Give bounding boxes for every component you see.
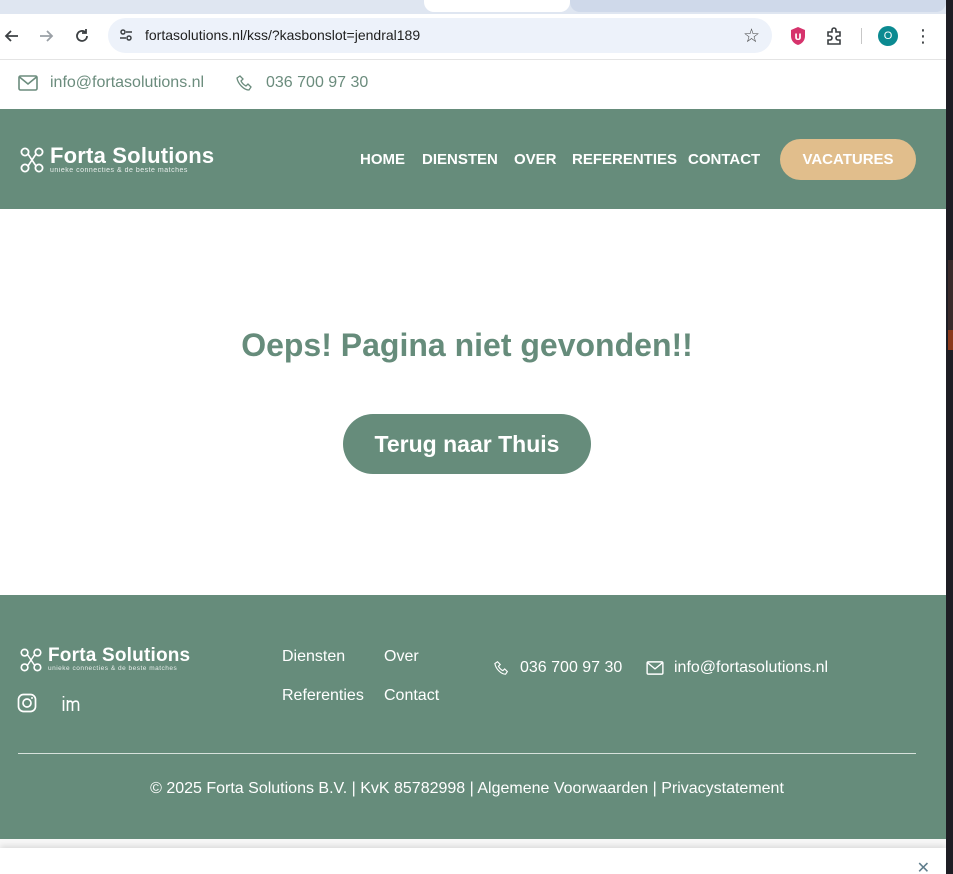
phone-icon bbox=[236, 75, 252, 91]
footer-link-contact[interactable]: Contact bbox=[384, 687, 439, 705]
footer-link-over[interactable]: Over bbox=[384, 648, 419, 666]
footer-phone-text[interactable]: 036 700 97 30 bbox=[520, 659, 622, 677]
footer-link-referenties[interactable]: Referenties bbox=[282, 687, 364, 705]
footer-email[interactable]: info@fortasolutions.nl bbox=[646, 659, 828, 677]
nav-referenties[interactable]: REFERENTIES bbox=[572, 151, 677, 168]
close-icon[interactable]: ✕ bbox=[917, 858, 930, 874]
footer-phone[interactable]: 036 700 97 30 bbox=[494, 659, 622, 677]
mail-icon bbox=[18, 75, 38, 91]
profile-avatar[interactable]: O bbox=[878, 26, 898, 46]
not-found-section: Oeps! Pagina niet gevonden!! Terug naar … bbox=[0, 209, 946, 595]
site-settings-icon[interactable] bbox=[118, 27, 134, 43]
puzzle-icon[interactable] bbox=[822, 24, 846, 48]
footer-legal: © 2025 Forta Solutions B.V. | KvK 857829… bbox=[150, 780, 784, 797]
site-header: Forta Solutions unieke connecties & de b… bbox=[0, 109, 946, 209]
menu-icon[interactable]: ⋮ bbox=[913, 24, 933, 48]
active-tab[interactable] bbox=[424, 0, 570, 12]
topbar-phone-text[interactable]: 036 700 97 30 bbox=[266, 74, 368, 92]
url-text[interactable]: fortasolutions.nl/kss/?kasbonslot=jendra… bbox=[145, 27, 420, 43]
topbar-email[interactable]: info@fortasolutions.nl bbox=[18, 74, 204, 92]
site-logo[interactable]: Forta Solutions unieke connecties & de b… bbox=[20, 145, 214, 175]
nav-contact[interactable]: CONTACT bbox=[688, 151, 760, 168]
back-icon[interactable] bbox=[0, 24, 24, 48]
background-window-edge bbox=[946, 0, 953, 874]
linkedin-icon[interactable] bbox=[61, 693, 83, 715]
contact-topbar: info@fortasolutions.nl 036 700 97 30 bbox=[0, 60, 946, 109]
reload-icon[interactable] bbox=[70, 24, 94, 48]
footer-divider bbox=[18, 753, 916, 754]
forward-icon[interactable] bbox=[34, 24, 58, 48]
mail-icon bbox=[646, 661, 664, 675]
logo-tagline: unieke connecties & de beste matches bbox=[50, 167, 188, 174]
page-title: Oeps! Pagina niet gevonden!! bbox=[241, 327, 693, 363]
extension-shield-icon[interactable]: U bbox=[786, 24, 810, 48]
footer-logo-tagline: unieke connecties & de beste matches bbox=[48, 665, 178, 672]
nav-diensten[interactable]: DIENSTEN bbox=[422, 151, 498, 168]
logo-mark-icon bbox=[20, 648, 42, 671]
browser-tab[interactable] bbox=[570, 0, 946, 12]
topbar-phone[interactable]: 036 700 97 30 bbox=[236, 74, 368, 92]
topbar-email-text[interactable]: info@fortasolutions.nl bbox=[50, 74, 204, 92]
phone-icon bbox=[494, 661, 509, 675]
footer-email-text[interactable]: info@fortasolutions.nl bbox=[674, 659, 828, 677]
star-icon[interactable]: ☆ bbox=[743, 25, 760, 48]
vacatures-button[interactable]: VACATURES bbox=[780, 139, 916, 180]
footer-link-diensten[interactable]: Diensten bbox=[282, 648, 345, 666]
toolbar-separator bbox=[861, 28, 862, 44]
footer-logo-name: Forta Solutions bbox=[48, 645, 191, 666]
footer-logo[interactable]: Forta Solutions unieke connecties & de b… bbox=[20, 646, 190, 673]
nav-home[interactable]: HOME bbox=[360, 151, 405, 168]
logo-name: Forta Solutions bbox=[50, 143, 215, 168]
back-home-button[interactable]: Terug naar Thuis bbox=[343, 414, 591, 474]
popup-text-peek bbox=[80, 866, 200, 874]
logo-mark-icon bbox=[20, 147, 44, 173]
tab-strip bbox=[0, 0, 946, 14]
site-footer: Forta Solutions unieke connecties & de b… bbox=[0, 595, 946, 839]
browser-toolbar: fortasolutions.nl/kss/?kasbonslot=jendra… bbox=[0, 14, 946, 60]
svg-text:U: U bbox=[794, 33, 801, 43]
bottom-popup: ✕ bbox=[0, 848, 946, 874]
instagram-icon[interactable] bbox=[17, 693, 39, 715]
nav-over[interactable]: OVER bbox=[514, 151, 557, 168]
address-bar[interactable]: fortasolutions.nl/kss/?kasbonslot=jendra… bbox=[108, 18, 772, 53]
